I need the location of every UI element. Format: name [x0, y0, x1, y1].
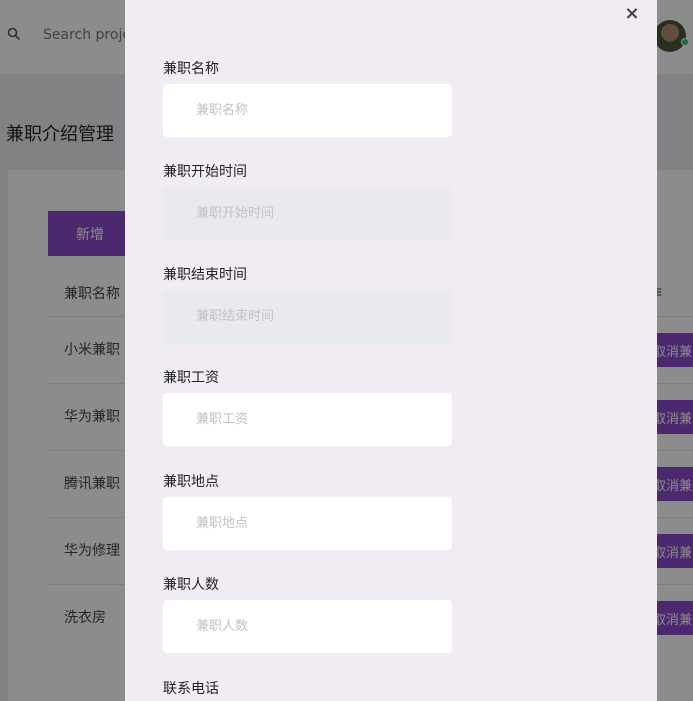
field-label-salary: 兼职工资	[163, 370, 219, 386]
edit-modal: × 兼职名称 兼职开始时间 兼职结束时间 兼职工资 兼职地点 兼职人数 联系电话	[125, 0, 657, 701]
headcount-input[interactable]	[163, 600, 452, 653]
salary-input[interactable]	[163, 393, 452, 446]
field-label-end-time: 兼职结束时间	[163, 267, 247, 283]
field-label-location: 兼职地点	[163, 474, 219, 490]
field-label-start-time: 兼职开始时间	[163, 164, 247, 180]
name-input[interactable]	[163, 84, 452, 137]
close-icon[interactable]: ×	[623, 4, 641, 24]
location-input[interactable]	[163, 497, 452, 550]
field-label-phone: 联系电话	[163, 681, 219, 697]
field-label-name: 兼职名称	[163, 61, 219, 77]
field-label-headcount: 兼职人数	[163, 577, 219, 593]
start-time-input	[163, 187, 452, 240]
end-time-input	[163, 290, 452, 343]
